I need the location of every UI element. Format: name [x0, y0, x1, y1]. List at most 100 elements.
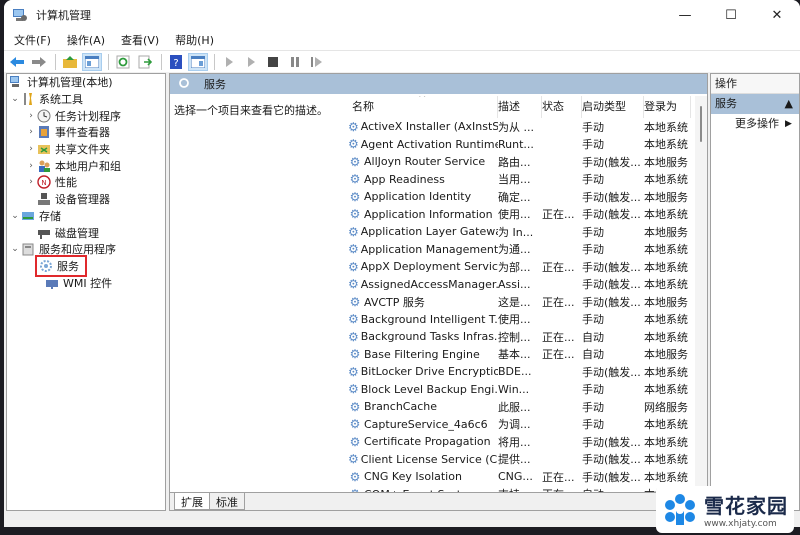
scrollbar-thumb[interactable]: [700, 106, 702, 142]
tree-item-device-manager[interactable]: 设备管理器: [7, 191, 165, 208]
service-row[interactable]: ⚙Client License Service (Cli...提供... 手动(触…: [346, 451, 691, 469]
snowflake-logo-icon: [662, 493, 698, 527]
service-row[interactable]: ⚙ Application Identity 确定... 手动(触发... 本地服务: [346, 188, 691, 206]
service-name: ⚙ Application Management: [346, 242, 498, 256]
show-hide-console-tree-icon[interactable]: [82, 52, 102, 71]
more-actions-item[interactable]: 更多操作 ▶: [711, 114, 799, 134]
service-description-cell: 当用...: [498, 173, 531, 187]
service-status: 正在...: [542, 330, 575, 344]
tree-item-label: 系统工具: [39, 93, 83, 107]
chevron-right-icon[interactable]: ›: [25, 127, 37, 137]
chevron-right-icon[interactable]: ›: [25, 144, 37, 154]
column-header-log-on-as[interactable]: 登录为: [644, 96, 691, 118]
service-description-cell: 路由...: [498, 155, 531, 169]
chevron-down-icon[interactable]: ⌄: [9, 94, 21, 104]
service-name-text: Block Level Backup Engi...: [360, 382, 498, 396]
chevron-right-icon[interactable]: ›: [25, 111, 37, 121]
service-name-text: Application Layer Gatewa...: [360, 225, 498, 239]
tree-item-label: 磁盘管理: [55, 226, 99, 240]
tree-item-services[interactable]: 服务: [7, 254, 165, 277]
service-row[interactable]: ⚙ Certificate Propagation 将用... 手动(触发... 本地系…: [346, 433, 691, 451]
forward-icon[interactable]: [29, 53, 49, 71]
minimize-button[interactable]: —: [662, 0, 708, 30]
tree-item-label: 计算机管理(本地): [27, 76, 113, 90]
tree-item-task-scheduler[interactable]: › 任务计划程序: [7, 107, 165, 124]
tab-standard[interactable]: 标准: [209, 493, 245, 510]
service-row[interactable]: ⚙ App Readiness 当用... 手动 本地系统: [346, 171, 691, 189]
service-name-text: Background Intelligent T...: [360, 312, 498, 326]
service-row[interactable]: ⚙ Application Layer Gatewa... 为 In... 手动 本地服…: [346, 223, 691, 241]
tree-item-storage[interactable]: ⌄ 存储: [7, 208, 165, 225]
chevron-down-icon[interactable]: ⌄: [9, 211, 21, 221]
export-list-icon[interactable]: [135, 53, 155, 71]
service-row[interactable]: ⚙ CNG Key Isolation CNG... 正在... 手动(触发... 本地系…: [346, 468, 691, 486]
service-gear-icon: ⚙: [348, 224, 359, 239]
service-gear-icon: ⚙: [348, 364, 359, 379]
service-log-on-as: 本地系统: [644, 138, 688, 152]
service-gear-icon: ⚙: [349, 294, 361, 309]
menu-view[interactable]: 查看(V): [115, 32, 165, 48]
service-row[interactable]: ⚙ ActiveX Installer (AxInstSV) 为从 ... 手动 本地系…: [346, 118, 691, 136]
service-row[interactable]: ⚙ AppX Deployment Servic... 为部... 正在... 手动(触…: [346, 258, 691, 276]
tree-item-performance[interactable]: › N 性能: [7, 174, 165, 191]
service-row[interactable]: ⚙ AssignedAccessManager... Assi... 手动(触发...…: [346, 276, 691, 294]
refresh-icon[interactable]: [113, 53, 133, 71]
actions-section-services[interactable]: 服务 ▲: [711, 94, 799, 114]
start-service-alt-icon[interactable]: [241, 53, 261, 71]
console-tree: 计算机管理(本地) ⌄ 系统工具 › 任务计划程序 › 事件查看器 › 共享文件…: [6, 73, 166, 511]
tree-item-computer-management[interactable]: 计算机管理(本地): [7, 74, 165, 91]
chevron-right-icon[interactable]: ›: [25, 161, 37, 171]
menu-help[interactable]: 帮助(H): [169, 32, 220, 48]
services-pane-header: 服务: [170, 74, 707, 94]
tree-item-disk-management[interactable]: 磁盘管理: [7, 224, 165, 241]
service-log-on-as: 本地服务: [644, 225, 688, 239]
service-row[interactable]: ⚙ Application Information 使用... 正在... 手动(触发.…: [346, 206, 691, 224]
maximize-button[interactable]: ☐: [708, 0, 754, 30]
up-folder-icon[interactable]: [60, 53, 80, 71]
service-gear-icon: ⚙: [349, 469, 361, 484]
service-row[interactable]: ⚙ Background Tasks Infras... 控制... 正在... 自动 本…: [346, 328, 691, 346]
menu-file[interactable]: 文件(F): [8, 32, 57, 48]
tree-item-wmi-control[interactable]: WMI 控件: [7, 274, 165, 291]
service-description-cell: 将用...: [498, 435, 531, 449]
selected-highlight: 服务: [35, 254, 87, 277]
tree-item-event-viewer[interactable]: › 事件查看器: [7, 124, 165, 141]
tree-item-local-users[interactable]: › 本地用户和组: [7, 157, 165, 174]
restart-service-icon[interactable]: [307, 53, 327, 71]
service-row[interactable]: ⚙ Application Management 为通... 手动 本地系统: [346, 241, 691, 259]
chevron-down-icon[interactable]: ⌄: [9, 244, 21, 254]
help-icon[interactable]: ?: [166, 53, 186, 71]
tab-extended[interactable]: 扩展: [174, 493, 210, 510]
tree-item-system-tools[interactable]: ⌄ 系统工具: [7, 91, 165, 108]
column-header-startup-type[interactable]: 启动类型: [582, 96, 644, 118]
show-hide-action-pane-icon[interactable]: [188, 52, 208, 71]
chevron-right-icon: ▶: [785, 119, 792, 129]
service-row[interactable]: ⚙ Agent Activation Runtime... Runt... 手动 本地系…: [346, 136, 691, 154]
column-header-status[interactable]: 状态: [542, 96, 582, 118]
service-row[interactable]: ⚙ Base Filtering Engine 基本... 正在... 自动 本地服务: [346, 346, 691, 364]
service-row[interactable]: ⚙ CaptureService_4a6c6 为调... 手动 本地系统: [346, 416, 691, 434]
pause-service-icon[interactable]: [285, 53, 305, 71]
service-startup-type: 手动(触发...: [582, 295, 641, 309]
svg-text:N: N: [41, 179, 46, 187]
close-button[interactable]: ✕: [754, 0, 800, 30]
back-icon[interactable]: [7, 53, 27, 71]
service-log-on-as: 本地系统: [644, 313, 688, 327]
service-row[interactable]: ⚙ AVCTP 服务 这是... 正在... 手动(触发... 本地服务: [346, 293, 691, 311]
actions-header: 操作: [711, 74, 799, 94]
column-header-description[interactable]: 描述: [498, 96, 542, 118]
service-name-text: BranchCache: [364, 400, 438, 414]
service-row[interactable]: ⚙ Block Level Backup Engi... Win... 手动 本地系统: [346, 381, 691, 399]
chevron-right-icon[interactable]: ›: [25, 177, 37, 187]
vertical-scrollbar[interactable]: [695, 96, 707, 492]
service-description-cell: BDE...: [498, 365, 532, 379]
start-service-icon[interactable]: [219, 53, 239, 71]
menu-action[interactable]: 操作(A): [61, 32, 111, 48]
collapse-up-icon[interactable]: ▲: [785, 94, 793, 114]
service-row[interactable]: ⚙ BitLocker Drive Encryptio... BDE... 手动(触发…: [346, 363, 691, 381]
stop-service-icon[interactable]: [263, 53, 283, 71]
service-row[interactable]: ⚙ BranchCache 此服... 手动 网络服务: [346, 398, 691, 416]
service-row[interactable]: ⚙ AllJoyn Router Service 路由... 手动(触发... 本地服务: [346, 153, 691, 171]
tree-item-shared-folders[interactable]: › 共享文件夹: [7, 141, 165, 158]
service-row[interactable]: ⚙ Background Intelligent T... 使用... 手动 本地系统: [346, 311, 691, 329]
